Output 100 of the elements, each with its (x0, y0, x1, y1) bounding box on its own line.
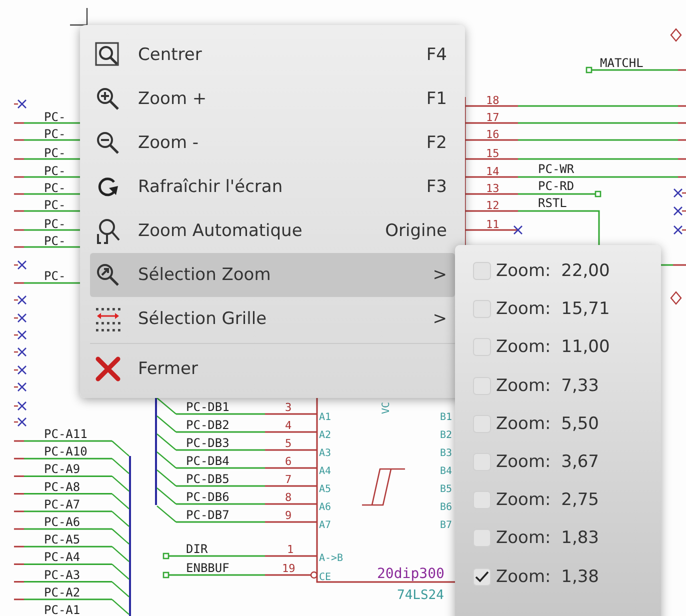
zoom-level-item[interactable]: Zoom: 7,33 (496, 376, 599, 396)
net-label: PC- (44, 181, 66, 195)
wire (14, 369, 18, 371)
pin-name: B6 (440, 502, 452, 513)
net-label: MATCHL (600, 56, 644, 70)
no-connect-mark (17, 330, 27, 340)
label-connector (162, 552, 170, 560)
pin-name: A7 (319, 520, 332, 531)
pin-number: 16 (486, 128, 500, 141)
wire (14, 405, 18, 407)
net-label: PC-A3 (44, 568, 80, 582)
wire (682, 210, 686, 212)
menu-item[interactable]: Fermer (90, 347, 455, 391)
net-label: PC- (44, 164, 66, 178)
pin-name: VC (381, 402, 392, 414)
zoom-level-item[interactable]: Zoom: 1,38 (496, 566, 599, 587)
no-connect-mark (673, 188, 683, 198)
pin-name: A6 (319, 502, 332, 513)
checkbox[interactable] (473, 262, 491, 280)
no-connect-mark (17, 99, 27, 109)
grid-icon (95, 306, 121, 332)
net-label: PC-A4 (44, 550, 80, 564)
net-label: PC- (44, 234, 66, 248)
zoom-level-item[interactable]: Zoom: 2,75 (496, 490, 599, 510)
net-label: PC-DB3 (186, 436, 230, 450)
net-label: PC-DB1 (186, 400, 230, 414)
no-connect-mark (17, 417, 27, 427)
zoom-out-icon (95, 130, 121, 156)
wire (682, 192, 686, 194)
submenu-arrow: > (432, 309, 447, 329)
menu-item[interactable]: Centrer F4 (90, 33, 455, 77)
part-value: 74LS24 (397, 588, 444, 603)
pin-name: A4 (319, 466, 332, 477)
zoom-level-item[interactable]: Zoom: 3,67 (496, 452, 599, 472)
zoom-level-item[interactable]: Zoom: 1,83 (496, 528, 599, 548)
net-label: RSTL (538, 196, 567, 210)
wire (14, 103, 18, 105)
net-label: PC- (44, 217, 66, 231)
no-connect-mark (17, 401, 27, 411)
menu-item[interactable]: Zoom Automatique Origine (90, 209, 455, 253)
label-connector (594, 190, 602, 198)
zoom-level-item[interactable]: Zoom: 11,00 (496, 337, 610, 358)
symbol-fragment (670, 28, 682, 42)
pin-number: 1 (287, 543, 294, 556)
no-connect-mark (673, 206, 683, 216)
pin-number: 18 (486, 94, 500, 107)
pin-name: A5 (319, 484, 332, 495)
zoom-in-icon (95, 86, 121, 112)
menu-item[interactable]: Sélection Grille > (90, 297, 455, 341)
pin-number: 19 (282, 562, 296, 575)
net-label: PC-A9 (44, 462, 80, 476)
net-label: PC-A5 (44, 532, 80, 547)
pin-number: 8 (285, 491, 292, 504)
net-label: PC-DB2 (186, 418, 230, 432)
net-label: PC-WR (538, 162, 574, 176)
pin-number: 9 (285, 509, 292, 522)
footprint-label: 20dip300 (377, 566, 444, 582)
pin-name: A3 (319, 448, 332, 459)
no-connect-mark (17, 260, 27, 270)
net-label: PC-A2 (44, 585, 80, 600)
net-label: PC-A6 (44, 515, 80, 529)
zoom-level-item[interactable]: Zoom: 22,00 (496, 261, 610, 282)
shortcut-label: F3 (426, 177, 447, 197)
shortcut-label: Origine (385, 221, 447, 241)
center-view-icon (95, 42, 121, 68)
pin-number: 6 (285, 455, 292, 468)
net-label: PC-DB5 (186, 472, 230, 486)
net-label: PC- (44, 146, 66, 160)
menu-item[interactable]: Rafraîchir l'écran F3 (90, 165, 455, 209)
net-label: ENBBUF (186, 561, 230, 575)
pin-name: CE (319, 572, 332, 583)
shortcut-label: F1 (426, 89, 447, 109)
zoom-level-item[interactable]: Zoom: 5,50 (496, 414, 599, 434)
no-connect-mark (513, 225, 523, 235)
submenu-arrow: > (432, 265, 447, 285)
pin-name: A1 (319, 412, 332, 423)
zoom-level-item[interactable]: Zoom: 15,71 (496, 299, 610, 320)
label-connector (162, 572, 170, 578)
pin-number: 15 (486, 147, 500, 160)
checkbox[interactable] (473, 568, 491, 586)
net-label: PC-DB4 (186, 454, 230, 468)
wire (682, 229, 686, 231)
pin-name: B2 (440, 430, 452, 441)
shortcut-label: F2 (426, 133, 447, 153)
close-icon (95, 356, 121, 382)
net-label: PC- (44, 127, 66, 141)
net-label: PC-RD (538, 179, 574, 193)
pin-number: 13 (486, 182, 500, 195)
menu-item[interactable]: Zoom - F2 (90, 121, 455, 165)
pin-number: 5 (285, 437, 292, 450)
net-label: PC-DB7 (186, 508, 230, 522)
net-label: PC-A7 (44, 497, 80, 512)
pin-number: 4 (285, 419, 292, 432)
pin-name: B1 (440, 412, 452, 423)
zoom-fit-icon (95, 218, 121, 244)
pin-name: B5 (440, 484, 452, 495)
menu-item[interactable]: Zoom + F1 (90, 77, 455, 121)
menu-item[interactable]: Sélection Zoom > (90, 253, 455, 297)
net-label: PC-DB6 (186, 490, 230, 504)
shortcut-label: F4 (426, 45, 447, 65)
